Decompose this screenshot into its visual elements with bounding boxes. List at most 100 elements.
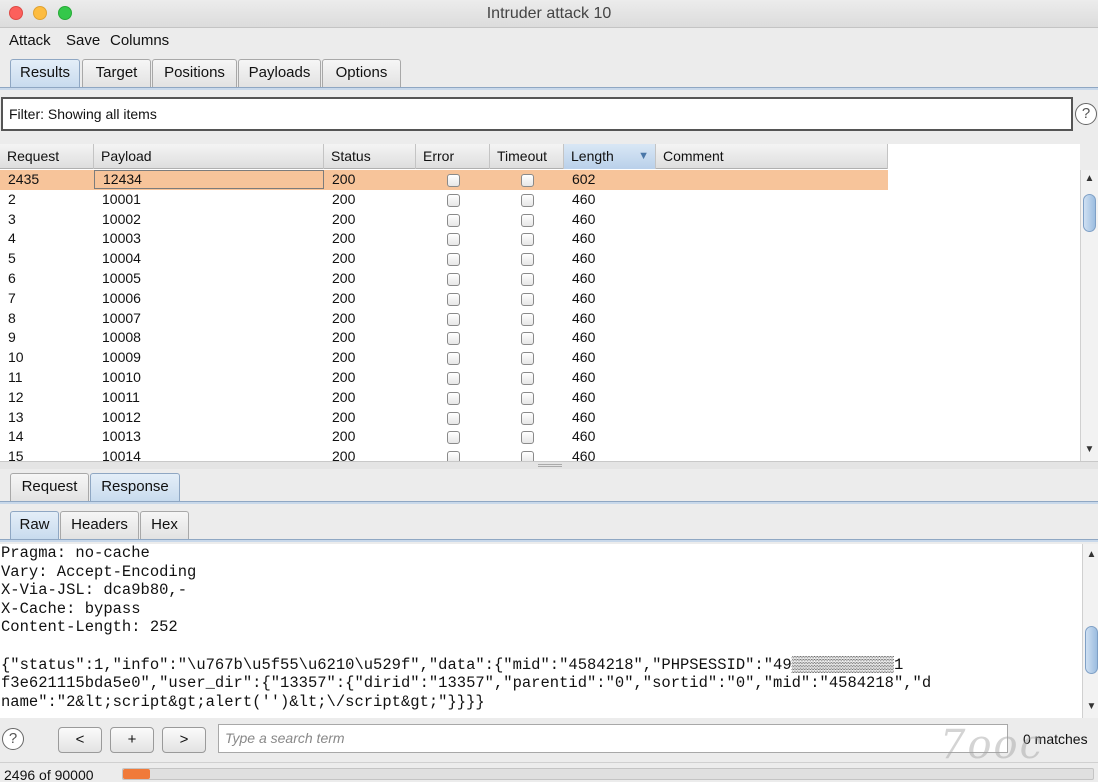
cell-length: 460 xyxy=(572,270,596,286)
scroll-up-icon[interactable]: ▲ xyxy=(1081,172,1098,186)
response-line: name":"2&lt;script&gt;alert('')&lt;\/scr… xyxy=(1,692,485,711)
table-row[interactable]: 13 10012 200 460 xyxy=(0,408,888,428)
cell-request: 13 xyxy=(8,408,24,425)
table-row[interactable]: 2435 12434 200 602 xyxy=(0,170,888,190)
menu-columns[interactable]: Columns xyxy=(110,32,169,49)
table-row[interactable]: 10 10009 200 460 xyxy=(0,348,888,368)
column-header-length[interactable]: Length ▼ xyxy=(564,144,656,169)
cell-status: 200 xyxy=(332,210,356,227)
tab-target[interactable]: Target xyxy=(82,59,151,87)
search-input[interactable]: Type a search term xyxy=(218,724,1008,753)
cell-payload: 10006 xyxy=(102,289,141,306)
cell-payload: 10013 xyxy=(102,428,141,445)
pane-splitter[interactable] xyxy=(0,461,1098,469)
table-scroll-thumb[interactable] xyxy=(1083,194,1096,232)
cell-length: 460 xyxy=(572,448,596,461)
cell-request: 5 xyxy=(8,250,16,267)
splitter-grip-icon[interactable] xyxy=(538,464,562,467)
search-bar: ? < + > Type a search term 0 matches xyxy=(0,719,1098,759)
cell-status: 200 xyxy=(332,329,356,346)
cell-request: 11 xyxy=(8,369,23,385)
window-title: Intruder attack 10 xyxy=(486,5,612,22)
cell-payload: 10003 xyxy=(102,230,141,247)
cell-payload: 10007 xyxy=(102,309,141,326)
cell-payload: 10010 xyxy=(102,369,141,385)
progress-fill xyxy=(123,769,150,779)
tab-positions[interactable]: Positions xyxy=(152,59,237,87)
response-scroll-down-icon[interactable]: ▼ xyxy=(1083,700,1098,714)
timeout-checkbox xyxy=(521,193,534,207)
timeout-checkbox xyxy=(521,174,534,187)
timeout-checkbox xyxy=(521,352,534,366)
error-checkbox xyxy=(447,332,460,346)
tab-request[interactable]: Request xyxy=(10,473,89,501)
table-scrollbar[interactable]: ▲ ▼ xyxy=(1080,170,1098,461)
tab-hex[interactable]: Hex xyxy=(140,511,189,539)
filter-bar[interactable]: Filter: Showing all items xyxy=(1,97,1073,131)
column-header-payload[interactable]: Payload xyxy=(94,144,324,169)
cell-status: 200 xyxy=(332,190,356,207)
tab-raw[interactable]: Raw xyxy=(10,511,59,539)
tab-response[interactable]: Response xyxy=(90,473,180,501)
response-scroll-up-icon[interactable]: ▲ xyxy=(1083,548,1098,562)
column-header-request[interactable]: Request xyxy=(0,144,94,169)
scroll-down-icon[interactable]: ▼ xyxy=(1081,443,1098,457)
timeout-checkbox xyxy=(521,312,534,326)
view-tab-divider xyxy=(0,539,1098,542)
table-row[interactable]: 11 10010 200 460 xyxy=(0,368,888,388)
cell-request: 3 xyxy=(8,210,16,227)
tab-options[interactable]: Options xyxy=(322,59,401,87)
cell-length: 460 xyxy=(572,309,596,326)
cell-status: 200 xyxy=(332,408,356,425)
table-row[interactable]: 9 10008 200 460 xyxy=(0,328,888,348)
menu-attack[interactable]: Attack xyxy=(9,32,51,49)
column-header-timeout[interactable]: Timeout xyxy=(490,144,564,169)
cell-length: 460 xyxy=(572,369,596,385)
search-next-button[interactable]: > xyxy=(162,727,206,753)
response-line: {"status":1,"info":"\u767b\u5f55\u6210\u… xyxy=(1,655,904,674)
response-line: X-Cache: bypass xyxy=(1,599,141,618)
timeout-checkbox xyxy=(521,451,534,461)
cell-length: 460 xyxy=(572,250,596,267)
cell-payload: 10002 xyxy=(102,210,141,227)
tab-results[interactable]: Results xyxy=(10,59,80,87)
table-row[interactable]: 12 10011 200 460 xyxy=(0,388,888,408)
table-row[interactable]: 4 10003 200 460 xyxy=(0,229,888,249)
response-scroll-thumb[interactable] xyxy=(1085,626,1098,674)
cell-payload: 10008 xyxy=(102,329,141,346)
tab-payloads[interactable]: Payloads xyxy=(238,59,321,87)
search-help-icon[interactable]: ? xyxy=(2,728,24,750)
title-bar: Intruder attack 10 xyxy=(0,0,1098,28)
results-table: Request Payload Status Error Timeout Len… xyxy=(0,144,1080,461)
response-raw-text[interactable]: Pragma: no-cache Vary: Accept-Encoding X-V… xyxy=(0,544,1082,718)
cell-payload: 10011 xyxy=(102,388,140,405)
timeout-checkbox xyxy=(521,431,534,445)
error-checkbox xyxy=(447,273,460,286)
table-row[interactable]: 2 10001 200 460 xyxy=(0,190,888,210)
search-previous-button[interactable]: < xyxy=(58,727,102,753)
cell-payload: 10005 xyxy=(102,270,141,286)
table-row[interactable]: 14 10013 200 460 xyxy=(0,427,888,447)
response-line: Vary: Accept-Encoding xyxy=(1,562,197,581)
table-row[interactable]: 8 10007 200 460 xyxy=(0,309,888,329)
menu-bar: Attack Save Columns xyxy=(0,29,1098,53)
error-checkbox xyxy=(447,431,460,445)
column-header-status[interactable]: Status xyxy=(324,144,416,169)
table-row[interactable]: 5 10004 200 460 xyxy=(0,249,888,269)
table-row[interactable]: 6 10005 200 460 xyxy=(0,269,888,289)
response-scrollbar[interactable]: ▲ ▼ xyxy=(1082,544,1098,718)
filter-help-icon[interactable]: ? xyxy=(1075,103,1097,125)
table-row[interactable]: 15 10014 200 460 xyxy=(0,447,888,461)
cell-payload: 12434 xyxy=(94,170,324,189)
search-add-button[interactable]: + xyxy=(110,727,154,753)
column-header-comment[interactable]: Comment xyxy=(656,144,888,169)
timeout-checkbox xyxy=(521,273,534,286)
menu-save[interactable]: Save xyxy=(66,32,100,49)
tab-headers[interactable]: Headers xyxy=(60,511,139,539)
table-row[interactable]: 7 10006 200 460 xyxy=(0,289,888,309)
table-row[interactable]: 3 10002 200 460 xyxy=(0,210,888,230)
response-line: Content-Length: 252 xyxy=(1,618,178,637)
column-header-error[interactable]: Error xyxy=(416,144,490,169)
cell-request: 2435 xyxy=(8,171,40,187)
error-checkbox xyxy=(447,391,460,405)
